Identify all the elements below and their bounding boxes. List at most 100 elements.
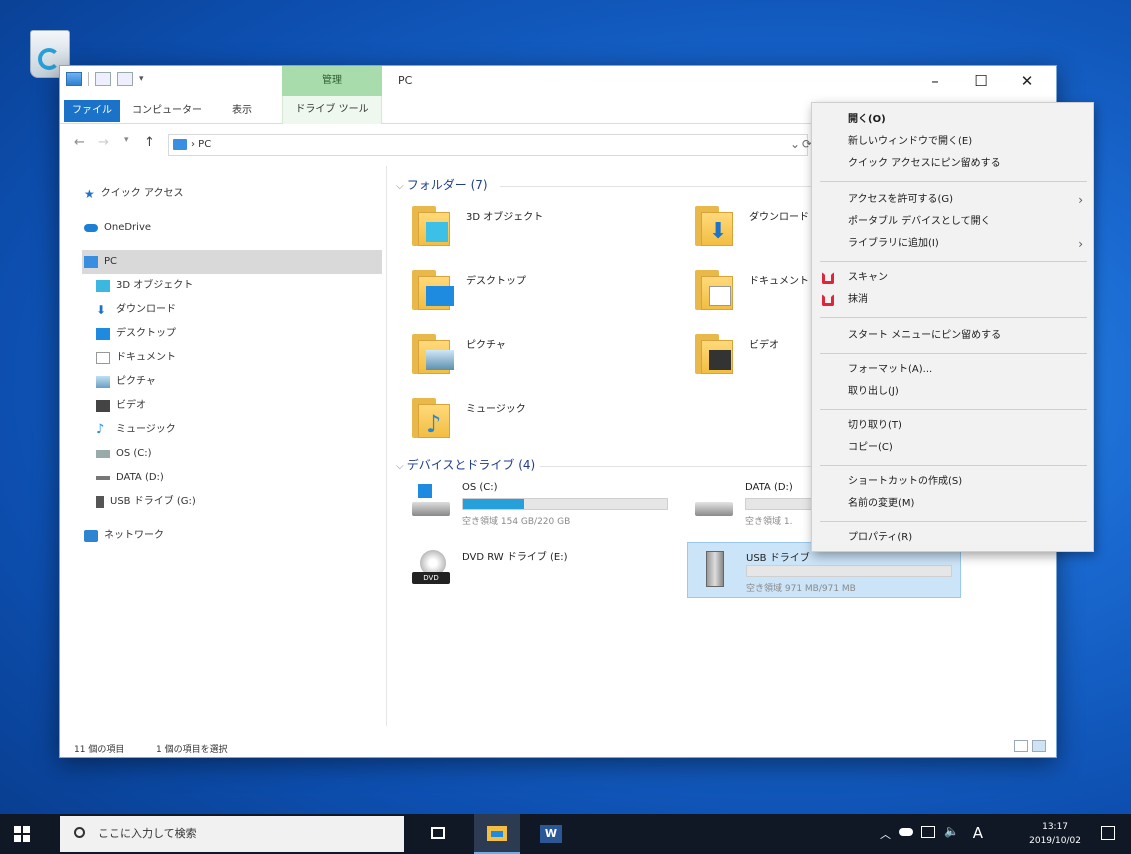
pc-icon xyxy=(84,256,98,268)
drive-icon xyxy=(96,476,110,480)
drive-usage-bar xyxy=(462,498,668,510)
folder-icon xyxy=(695,268,743,312)
menu-open[interactable]: 開く(O) xyxy=(812,109,1093,131)
nav-onedrive[interactable]: OneDrive xyxy=(84,216,151,240)
folder-desktop[interactable]: デスクトップ xyxy=(412,268,692,324)
nav-os-c[interactable]: OS (C:) xyxy=(96,442,152,466)
cloud-icon[interactable] xyxy=(899,828,913,836)
pc-icon xyxy=(66,72,82,86)
tab-manage[interactable]: 管理 xyxy=(282,66,382,96)
status-bar: 11 個の項目 1 個の項目を選択 xyxy=(60,736,1056,758)
start-button[interactable] xyxy=(14,826,30,842)
folder-icon xyxy=(695,332,743,376)
folder-3d-objects[interactable]: 3D オブジェクト xyxy=(412,204,692,260)
nav-data-d[interactable]: DATA (D:) xyxy=(96,466,164,490)
details-view-icon[interactable] xyxy=(1014,740,1028,752)
pc-icon xyxy=(173,139,187,150)
menu-scan[interactable]: スキャン xyxy=(812,267,1093,289)
folder-icon: ♪ xyxy=(412,396,460,440)
tab-drive-tools[interactable]: ドライブ ツール xyxy=(282,96,382,124)
close-button[interactable]: ✕ xyxy=(1004,66,1050,96)
menu-pin-start[interactable]: スタート メニューにピン留めする xyxy=(812,325,1093,347)
maximize-button[interactable]: ☐ xyxy=(958,66,1004,96)
document-icon xyxy=(96,352,110,364)
drives-group-header[interactable]: ⌵ デバイスとドライブ (4) xyxy=(396,456,535,473)
nav-network[interactable]: ネットワーク xyxy=(84,524,164,548)
usb-drive-icon xyxy=(96,496,104,508)
network-icon[interactable] xyxy=(921,826,935,838)
drive-dvd-e[interactable]: DVD DVD RW ドライブ (E:) xyxy=(404,542,674,598)
forward-button[interactable]: → xyxy=(98,135,109,150)
usb-drive-icon xyxy=(696,551,736,587)
menu-erase[interactable]: 抹消 xyxy=(812,289,1093,311)
taskbar-search-box[interactable]: ここに入力して検索 xyxy=(60,816,404,852)
up-button[interactable]: ↑ xyxy=(144,135,155,150)
folder-icon xyxy=(412,332,460,376)
nav-downloads[interactable]: ⬇ ダウンロード xyxy=(96,298,176,322)
menu-open-portable[interactable]: ポータブル デバイスとして開く xyxy=(812,211,1093,233)
tab-computer[interactable]: コンピューター xyxy=(124,100,210,122)
taskbar-word[interactable]: W xyxy=(528,814,574,854)
nav-music[interactable]: ♪ ミュージック xyxy=(96,418,176,442)
nav-3d-objects[interactable]: 3D オブジェクト xyxy=(96,274,193,298)
address-dropdown-icon[interactable]: ⌄ xyxy=(790,137,800,151)
properties-icon[interactable] xyxy=(95,72,111,86)
cloud-icon xyxy=(84,224,98,232)
search-icon xyxy=(74,827,85,838)
menu-pin-quick-access[interactable]: クイック アクセスにピン留めする xyxy=(812,153,1093,175)
taskbar: ここに入力して検索 W ︿ 🔈 A 13:17 2019/10/02 xyxy=(0,814,1131,854)
cube-icon xyxy=(96,280,110,292)
drive-usage-bar xyxy=(746,565,952,577)
tab-view[interactable]: 表示 xyxy=(224,100,260,122)
dvd-drive-icon: DVD xyxy=(412,550,452,586)
qat-dropdown-icon[interactable]: ▾ xyxy=(139,74,144,84)
menu-copy[interactable]: コピー(C) xyxy=(812,437,1093,459)
nav-videos[interactable]: ビデオ xyxy=(96,394,146,418)
notifications-icon[interactable] xyxy=(1101,826,1115,840)
folders-group-header[interactable]: ⌵ フォルダー (7) xyxy=(396,176,488,193)
nav-pictures[interactable]: ピクチャ xyxy=(96,370,156,394)
download-arrow-icon: ⬇ xyxy=(96,303,107,317)
folder-music[interactable]: ♪ ミュージック xyxy=(412,396,692,452)
folder-icon xyxy=(412,268,460,312)
window-title: PC xyxy=(398,74,413,87)
menu-format[interactable]: フォーマット(A)... xyxy=(812,359,1093,381)
nav-pc[interactable]: PC xyxy=(82,250,382,274)
nav-documents[interactable]: ドキュメント xyxy=(96,346,176,370)
volume-icon[interactable]: 🔈 xyxy=(944,824,959,838)
new-folder-icon[interactable] xyxy=(117,72,133,86)
ime-indicator[interactable]: A xyxy=(973,824,983,842)
menu-cut[interactable]: 切り取り(T) xyxy=(812,415,1093,437)
menu-add-library[interactable]: ライブラリに追加(I) › xyxy=(812,233,1093,255)
clock[interactable]: 13:17 2019/10/02 xyxy=(1029,820,1081,848)
menu-eject[interactable]: 取り出し(J) xyxy=(812,381,1093,403)
desktop-icon xyxy=(96,328,110,340)
nav-quick-access[interactable]: ★ クイック アクセス xyxy=(84,182,183,206)
menu-properties[interactable]: プロパティ(R) xyxy=(812,527,1093,549)
back-button[interactable]: ← xyxy=(74,135,85,150)
menu-give-access[interactable]: アクセスを許可する(G) › xyxy=(812,189,1093,211)
selection-count: 1 個の項目を選択 xyxy=(156,745,228,755)
shield-icon xyxy=(822,294,834,306)
windows-drive-icon xyxy=(412,484,452,520)
folder-pictures[interactable]: ピクチャ xyxy=(412,332,692,388)
drive-icon xyxy=(96,450,110,458)
task-view-button[interactable] xyxy=(416,814,462,854)
shield-icon xyxy=(822,272,834,284)
tab-file[interactable]: ファイル xyxy=(64,100,120,122)
menu-create-shortcut[interactable]: ショートカットの作成(S) xyxy=(812,471,1093,493)
quick-access-toolbar: ▾ xyxy=(66,72,144,86)
pane-splitter[interactable] xyxy=(386,166,387,726)
nav-usb-g[interactable]: USB ドライブ (G:) xyxy=(96,490,196,514)
show-hidden-icons[interactable]: ︿ xyxy=(880,826,891,842)
taskbar-file-explorer[interactable] xyxy=(474,814,520,854)
menu-rename[interactable]: 名前の変更(M) xyxy=(812,493,1093,515)
drive-os-c[interactable]: OS (C:) 空き領域 154 GB/220 GB xyxy=(404,476,674,532)
film-icon xyxy=(96,400,110,412)
nav-desktop[interactable]: デスクトップ xyxy=(96,322,176,346)
menu-open-new-window[interactable]: 新しいウィンドウで開く(E) xyxy=(812,131,1093,153)
large-icons-view-icon[interactable] xyxy=(1032,740,1046,752)
address-input[interactable]: › PC xyxy=(168,134,808,156)
minimize-button[interactable]: – xyxy=(912,66,958,96)
recent-locations-icon[interactable]: ▾ xyxy=(124,135,129,145)
